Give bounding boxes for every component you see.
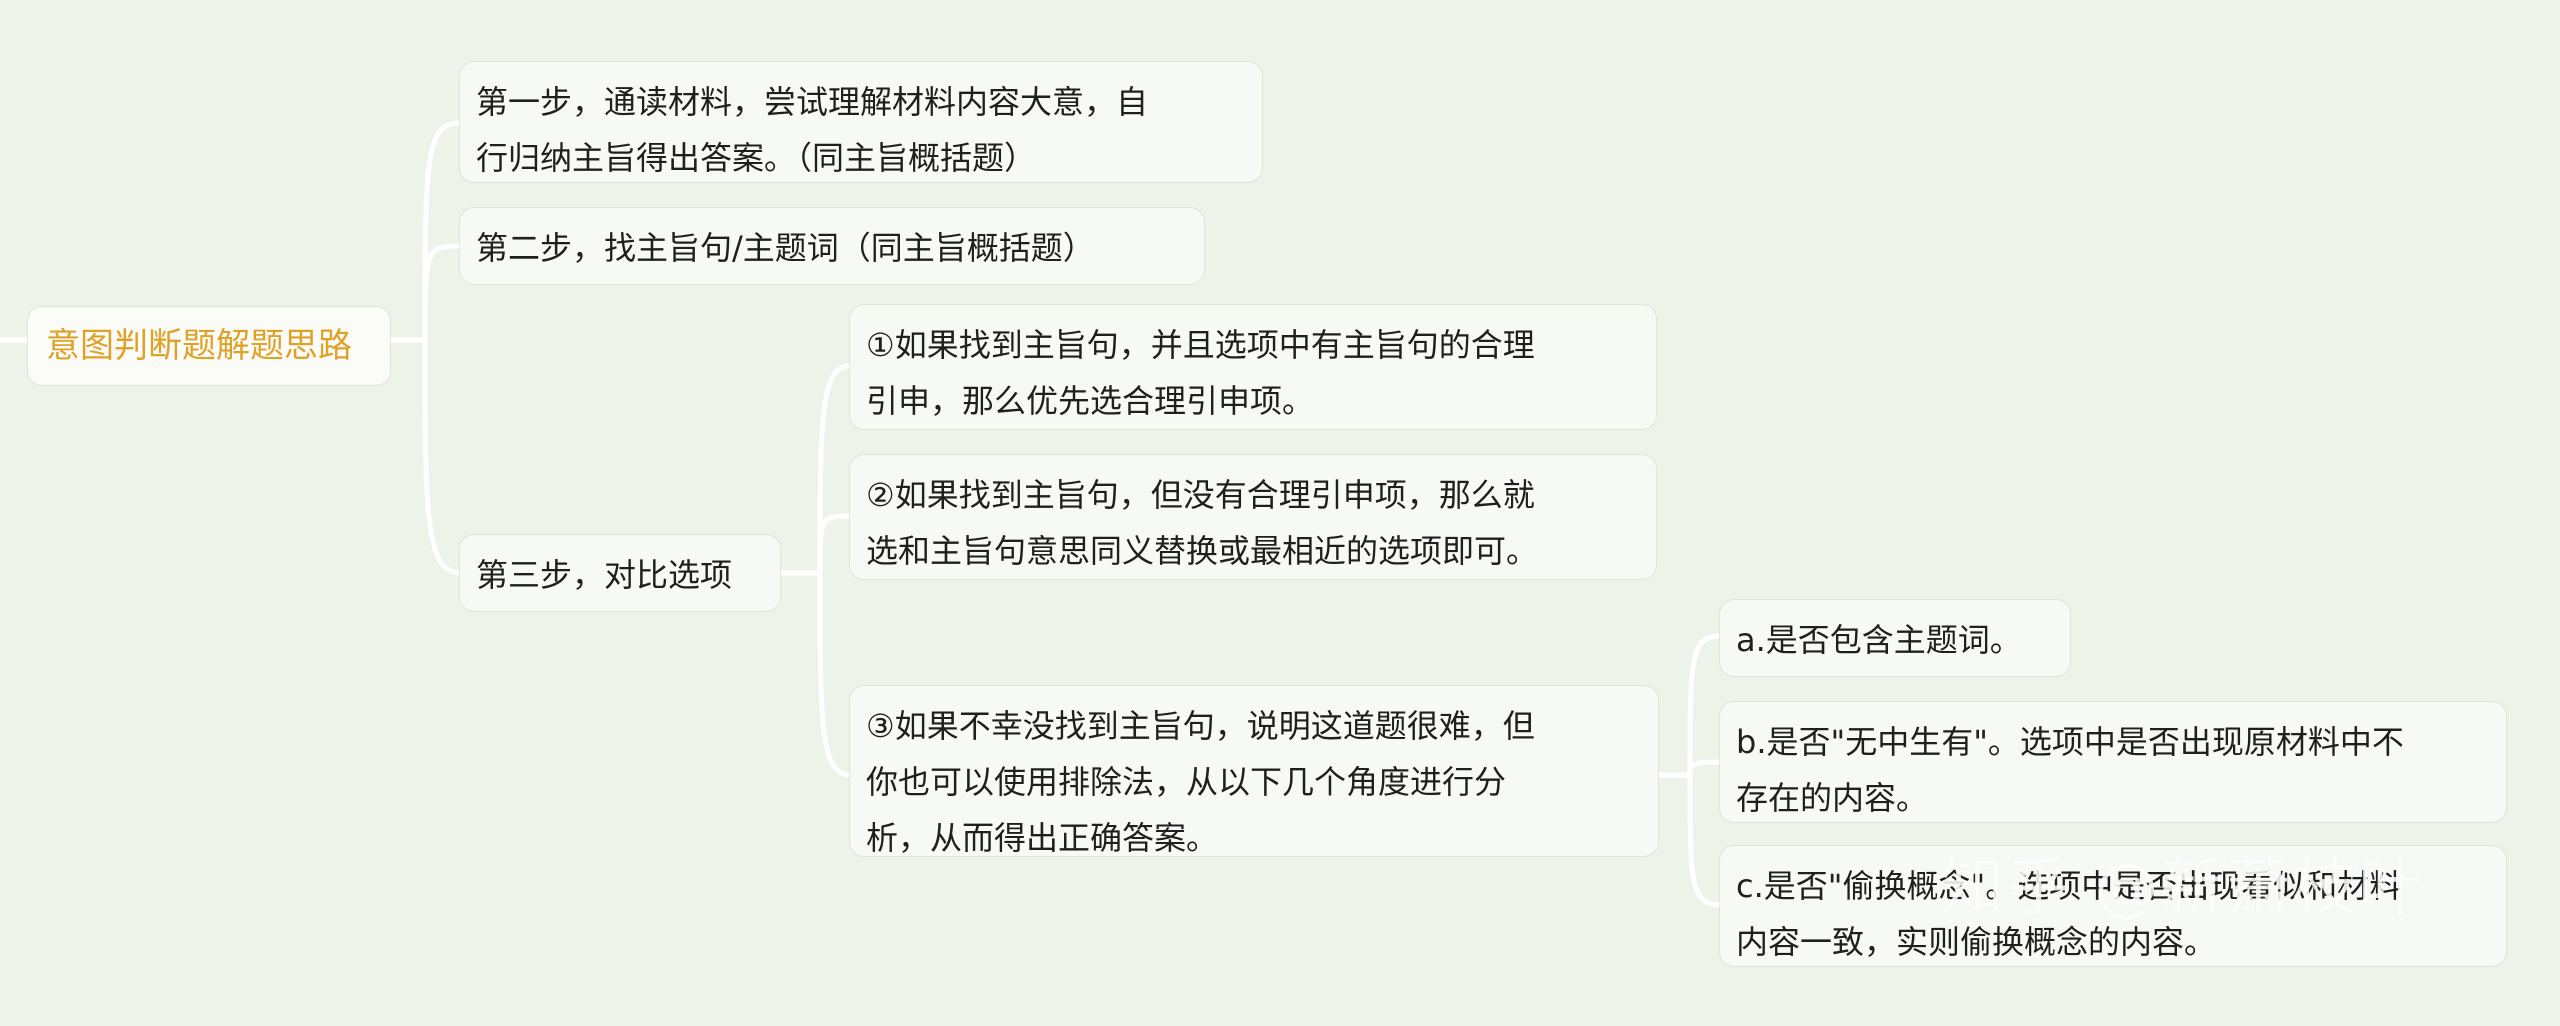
root-label: 意图判断题解题思路 xyxy=(46,326,352,366)
step-1-line-2: 行归纳主旨得出答案。（同主旨概括题） xyxy=(476,139,1037,177)
connector-check-b xyxy=(1687,759,1723,778)
connector-check-c xyxy=(1687,772,1723,908)
connector-option2 xyxy=(817,513,853,576)
step-3-option-3-line-1: ③如果不幸没找到主旨句，说明这道题很难，但 xyxy=(866,707,1535,745)
connector-step1 xyxy=(422,120,463,343)
exclusion-check-b-line-2: 存在的内容。 xyxy=(1736,779,1929,817)
exclusion-check-b[interactable]: b.是否"无中生有"。选项中是否出现原材料中不 存在的内容。 xyxy=(1720,702,2506,822)
step-1-node[interactable]: 第一步，通读材料，尝试理解材料内容大意，自 行归纳主旨得出答案。（同主旨概括题） xyxy=(460,62,1262,182)
step-3-option-3[interactable]: ③如果不幸没找到主旨句，说明这道题很难，但 你也可以使用排除法，从以下几个角度进… xyxy=(850,686,1658,857)
exclusion-check-b-line-1: b.是否"无中生有"。选项中是否出现原材料中不 xyxy=(1736,723,2404,761)
step-3-line-1: 第三步，对比选项 xyxy=(476,556,733,594)
step-3-node[interactable]: 第三步，对比选项 xyxy=(460,535,780,611)
exclusion-check-c-line-1: c.是否"偷换概念"。选项中是否出现看似和材料 xyxy=(1736,867,2402,905)
mind-map-canvas: 意图判断题解题思路 第一步，通读材料，尝试理解材料内容大意，自 行归纳主旨得出答… xyxy=(0,0,2560,1026)
step-2-node[interactable]: 第二步，找主旨句/主题词（同主旨概括题） xyxy=(460,208,1204,284)
connector-option1 xyxy=(817,363,853,576)
connector-step2 xyxy=(422,243,463,343)
step-3-option-2-line-2: 选和主旨句意思同义替换或最相近的选项即可。 xyxy=(866,532,1539,570)
step-3-option-2-line-1: ②如果找到主旨句，但没有合理引申项，那么就 xyxy=(866,476,1535,514)
step-3-option-2[interactable]: ②如果找到主旨句，但没有合理引申项，那么就 选和主旨句意思同义替换或最相近的选项… xyxy=(850,455,1656,579)
step-3-option-3-line-2: 你也可以使用排除法，从以下几个角度进行分 xyxy=(866,763,1507,801)
root-node[interactable]: 意图判断题解题思路 xyxy=(28,307,390,385)
step-3-option-1[interactable]: ①如果找到主旨句，并且选项中有主旨句的合理 引申，那么优先选合理引申项。 xyxy=(850,305,1656,429)
connector-option3 xyxy=(817,570,853,778)
exclusion-check-c[interactable]: c.是否"偷换概念"。选项中是否出现看似和材料 内容一致，实则偷换概念的内容。 xyxy=(1720,846,2506,966)
step-3-option-1-line-2: 引申，那么优先选合理引申项。 xyxy=(866,382,1315,420)
exclusion-check-a[interactable]: a.是否包含主题词。 xyxy=(1720,600,2070,676)
connector-step3 xyxy=(422,337,463,576)
step-2-line-1: 第二步，找主旨句/主题词（同主旨概括题） xyxy=(476,229,1095,267)
connector-check-a xyxy=(1687,633,1723,778)
step-3-option-1-line-1: ①如果找到主旨句，并且选项中有主旨句的合理 xyxy=(866,326,1535,364)
step-1-line-1: 第一步，通读材料，尝试理解材料内容大意，自 xyxy=(476,83,1149,121)
exclusion-check-c-line-2: 内容一致，实则偷换概念的内容。 xyxy=(1736,923,2217,961)
step-3-option-3-line-3: 析，从而得出正确答案。 xyxy=(866,819,1219,857)
exclusion-check-a-line-1: a.是否包含主题词。 xyxy=(1736,621,2022,659)
